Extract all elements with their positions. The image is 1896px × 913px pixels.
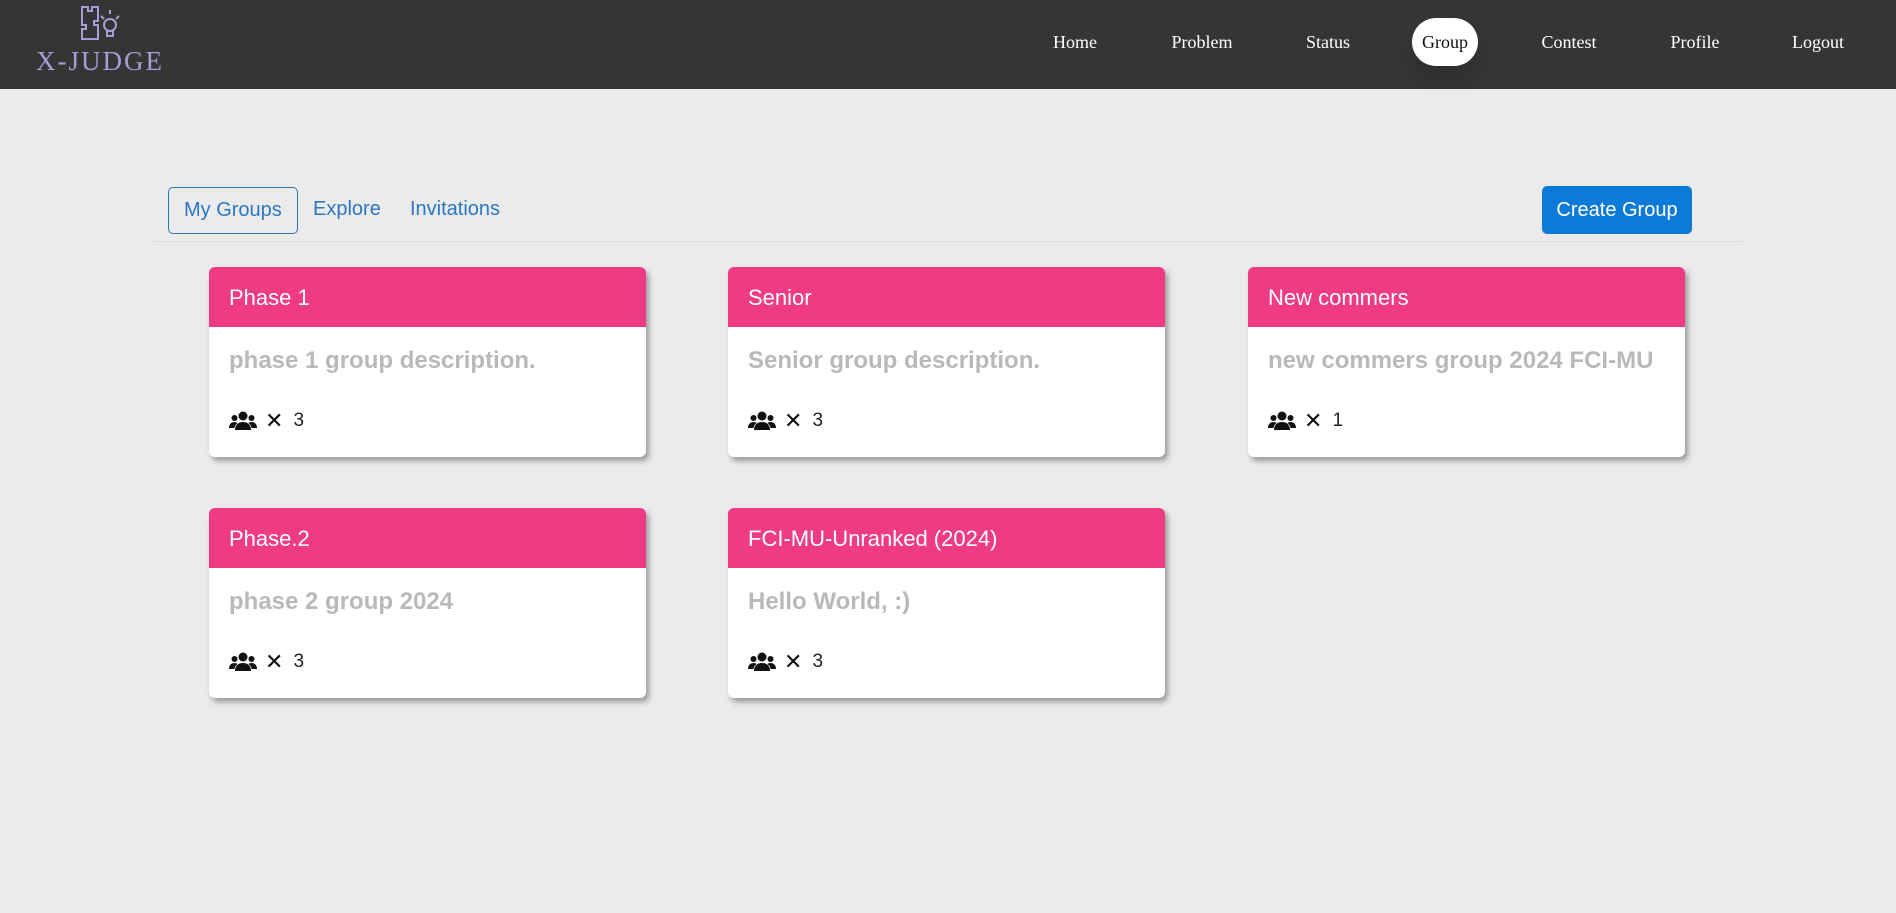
group-card[interactable]: New commers new commers group 2024 FCI-M…	[1248, 267, 1685, 457]
member-count: 3	[293, 410, 305, 431]
group-card-members: ✕ 3	[748, 650, 823, 674]
group-card-members: ✕ 3	[748, 409, 823, 433]
member-count: 3	[293, 651, 305, 672]
group-tabs-bar: My Groups Explore Invitations Create Gro…	[154, 186, 1742, 242]
member-count: 3	[812, 651, 824, 672]
top-navbar: X-JUDGE Home Problem Status Group Home P…	[0, 0, 1896, 89]
times-icon: ✕	[784, 408, 803, 433]
group-card-title: FCI-MU-Unranked (2024)	[728, 508, 1165, 568]
create-group-button[interactable]: Create Group	[1542, 186, 1692, 234]
nav-profile-link[interactable]: Profile	[1662, 18, 1728, 66]
logo[interactable]: X-JUDGE	[34, 4, 166, 76]
tab-explore[interactable]: Explore	[298, 187, 396, 234]
users-icon	[229, 652, 257, 671]
group-card-title: New commers	[1248, 267, 1685, 327]
users-icon	[1268, 411, 1296, 430]
group-card-members: ✕ 1	[1268, 409, 1343, 433]
group-card-description: phase 1 group description.	[229, 347, 536, 374]
logo-icon	[81, 6, 120, 40]
group-card-description: Hello World, :)	[748, 588, 911, 615]
nav-problem-link[interactable]: Problem	[1157, 18, 1247, 66]
logo-text: X-JUDGE	[36, 46, 164, 76]
group-card-description: new commers group 2024 FCI-MU	[1268, 347, 1654, 374]
group-card-title: Phase 1	[209, 267, 646, 327]
group-card[interactable]: FCI-MU-Unranked (2024) Hello World, :) ✕…	[728, 508, 1165, 698]
tab-invitations[interactable]: Invitations	[395, 187, 515, 234]
group-card-members: ✕ 3	[229, 650, 304, 674]
group-card-description: Senior group description.	[748, 347, 1041, 374]
group-card[interactable]: Senior Senior group description. ✕ 3	[728, 267, 1165, 457]
tab-my-groups[interactable]: My Groups	[168, 187, 298, 234]
group-card-title: Senior	[728, 267, 1165, 327]
member-count: 3	[812, 410, 824, 431]
group-card[interactable]: Phase 1 phase 1 group description. ✕ 3	[209, 267, 646, 457]
users-icon	[748, 652, 776, 671]
nav-group-link[interactable]: Group	[1412, 18, 1478, 66]
member-count: 1	[1332, 410, 1344, 431]
nav-contest-link[interactable]: Contest	[1531, 18, 1607, 66]
group-card[interactable]: Phase.2 phase 2 group 2024 ✕ 3	[209, 508, 646, 698]
nav-status-link[interactable]: Status	[1294, 18, 1362, 66]
nav-logout-link[interactable]: Logout	[1784, 18, 1852, 66]
users-icon	[748, 411, 776, 430]
times-icon: ✕	[265, 649, 284, 674]
nav-home-link[interactable]: Home	[1040, 18, 1110, 66]
users-icon	[229, 411, 257, 430]
times-icon: ✕	[784, 649, 803, 674]
group-card-members: ✕ 3	[229, 409, 304, 433]
group-card-description: phase 2 group 2024	[229, 588, 454, 615]
group-card-title: Phase.2	[209, 508, 646, 568]
times-icon: ✕	[265, 408, 284, 433]
times-icon: ✕	[1304, 408, 1323, 433]
